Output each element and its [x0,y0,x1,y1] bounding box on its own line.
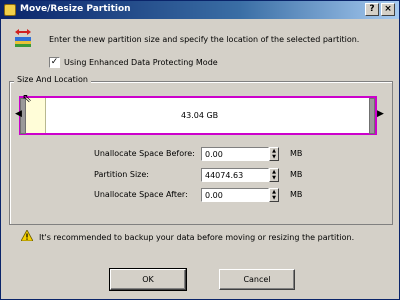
help-button[interactable]: ? [365,3,379,16]
move-resize-icon [15,29,31,47]
partition-app-icon [4,4,16,16]
unallocated-after-spinner[interactable]: ▲ ▼ [269,188,279,202]
partition-size-input[interactable] [201,168,269,182]
title-bar[interactable]: Move/Resize Partition ? × [1,1,399,19]
unallocated-after-label: Unallocate Space After: [94,190,188,199]
ok-button[interactable]: OK [109,268,187,291]
partition-size-spinner[interactable]: ▲ ▼ [269,168,279,182]
warning-icon [21,230,33,241]
unallocated-after-unit: MB [290,190,303,199]
unallocated-before-unit: MB [290,149,303,158]
partition-size-text: 43.04 GB [181,111,219,120]
unallocated-before-spinner[interactable]: ▲ ▼ [269,147,279,161]
mouse-pointer-icon: ⇖ [22,91,33,105]
partition-size-unit: MB [290,170,303,179]
enhanced-mode-checkbox[interactable]: ✓ [49,57,60,68]
move-resize-dialog: Move/Resize Partition ? × Enter the new … [0,0,400,300]
unallocated-before-input[interactable] [201,147,269,161]
partition-bar[interactable]: 43.04 GB [19,96,377,135]
left-arrow-icon: ◀ [15,109,22,119]
right-arrow-icon: ▶ [377,109,384,119]
right-resize-handle[interactable] [369,98,375,134]
unallocated-after-input[interactable] [201,188,269,202]
backup-warning-text: It's recommended to backup your data bef… [39,233,355,242]
close-button[interactable]: × [381,3,395,16]
unallocated-before-label: Unallocate Space Before: [94,149,195,158]
enhanced-mode-label[interactable]: Using Enhanced Data Protecting Mode [64,58,218,67]
size-location-label: Size And Location [14,75,91,84]
window-title: Move/Resize Partition [20,4,131,14]
cancel-button[interactable]: Cancel [219,269,295,290]
intro-text: Enter the new partition size and specify… [49,35,360,44]
partition-size-label: Partition Size: [94,170,149,179]
